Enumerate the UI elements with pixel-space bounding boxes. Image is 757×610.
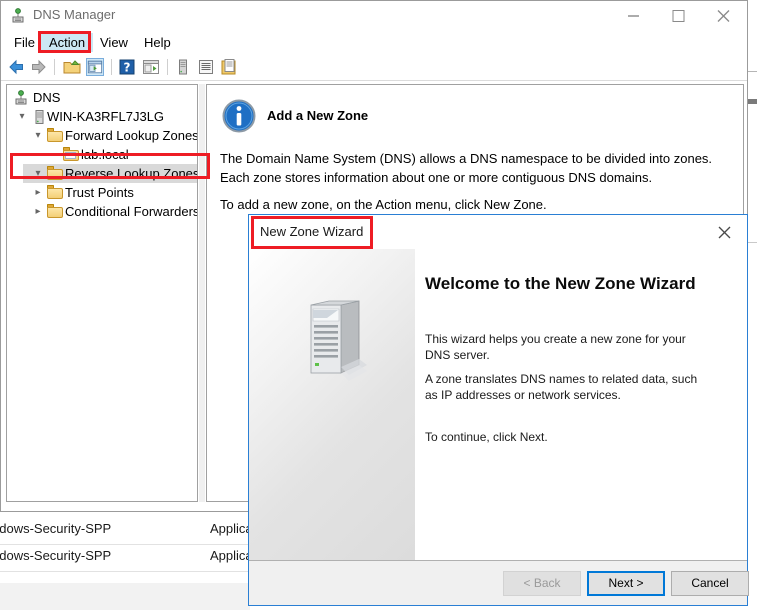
minimize-button[interactable] bbox=[611, 1, 656, 30]
details-paragraph-1: The Domain Name System (DNS) allows a DN… bbox=[220, 151, 713, 185]
info-icon bbox=[222, 99, 256, 133]
next-button[interactable]: Next > bbox=[587, 571, 665, 596]
wizard-paragraph-3: To continue, click Next. bbox=[425, 430, 548, 444]
folder-icon bbox=[47, 166, 63, 182]
details-paragraph-2: To add a new zone, on the Action menu, c… bbox=[220, 197, 547, 212]
help-icon[interactable]: ? bbox=[118, 58, 136, 76]
tree-item-label: Forward Lookup Zones bbox=[65, 128, 198, 143]
tree-item-forward-lookup-zones[interactable]: ▾ Forward Lookup Zones bbox=[7, 126, 197, 145]
up-folder-icon[interactable] bbox=[63, 58, 81, 76]
background-row: ndows-Security-SPP Applica bbox=[0, 517, 253, 545]
toolbar-separator bbox=[54, 59, 55, 75]
chevron-down-icon[interactable]: ▾ bbox=[31, 126, 45, 145]
toolbar: ? bbox=[1, 54, 747, 81]
wizard-paragraph-1: This wizard helps you create a new zone … bbox=[425, 332, 686, 362]
chevron-right-icon[interactable]: ▸ bbox=[31, 183, 45, 202]
menu-file[interactable]: File bbox=[6, 33, 43, 52]
cancel-button[interactable]: Cancel bbox=[671, 571, 749, 596]
background-window-right-edge: e e r l c t E p bbox=[748, 0, 757, 610]
menu-help[interactable]: Help bbox=[136, 33, 179, 52]
folder-icon bbox=[47, 128, 63, 144]
tree-item-label: WIN-KA3RFL7J3LG bbox=[47, 109, 165, 124]
properties-icon[interactable] bbox=[220, 58, 238, 76]
folder-icon bbox=[47, 204, 63, 220]
wizard-heading: Welcome to the New Zone Wizard bbox=[425, 274, 696, 293]
forward-icon[interactable] bbox=[30, 58, 48, 76]
new-zone-wizard-dialog: New Zone Wizard Welcome to the New Zone … bbox=[248, 214, 749, 606]
title-bar: DNS Manager bbox=[1, 1, 747, 30]
console-tree-pane[interactable]: DNS ▾ WIN-KA3RFL7J3LG ▾ Forward Lookup Z… bbox=[6, 84, 198, 502]
wizard-side-panel bbox=[249, 249, 415, 560]
background-cell-source: ndows-Security-SPP bbox=[0, 521, 112, 536]
tree-item-lab-local[interactable]: lab.local bbox=[7, 145, 197, 164]
menu-bar: File Action View Help bbox=[1, 30, 747, 54]
tree-item-label: Trust Points bbox=[65, 185, 134, 200]
tree-item-label: Reverse Lookup Zones bbox=[65, 166, 198, 181]
window-title: DNS Manager bbox=[33, 7, 116, 22]
details-heading: Add a New Zone bbox=[267, 108, 369, 123]
tree-item-reverse-lookup-zones[interactable]: ▾ Reverse Lookup Zones bbox=[23, 164, 197, 183]
tree-item-trust-points[interactable]: ▸ Trust Points bbox=[7, 183, 197, 202]
background-window-footer bbox=[0, 583, 250, 610]
maximize-button[interactable] bbox=[656, 1, 701, 30]
wizard-close-icon[interactable] bbox=[703, 215, 747, 249]
wizard-paragraph-2: A zone translates DNS names to related d… bbox=[425, 372, 698, 402]
back-button[interactable]: < Back bbox=[503, 571, 581, 596]
tree-item-label: lab.local bbox=[81, 147, 129, 162]
wizard-footer: < Back Next > Cancel bbox=[249, 560, 749, 605]
wizard-body: Welcome to the New Zone Wizard This wiza… bbox=[249, 249, 747, 560]
tree-item-dns[interactable]: DNS bbox=[7, 88, 197, 107]
zone-folder-icon bbox=[63, 147, 79, 163]
menu-view[interactable]: View bbox=[92, 33, 136, 52]
chevron-right-icon[interactable]: ▸ bbox=[31, 202, 45, 221]
tree-item-label: Conditional Forwarders bbox=[65, 204, 198, 219]
tree-item-server[interactable]: ▾ WIN-KA3RFL7J3LG bbox=[7, 107, 197, 126]
toolbar-separator bbox=[111, 59, 112, 75]
chevron-down-icon[interactable]: ▾ bbox=[31, 164, 45, 183]
list-icon[interactable] bbox=[197, 58, 215, 76]
menu-action[interactable]: Action bbox=[41, 33, 94, 52]
back-icon[interactable] bbox=[7, 58, 25, 76]
dns-server-icon bbox=[10, 8, 26, 24]
tree-item-conditional-forwarders[interactable]: ▸ Conditional Forwarders bbox=[7, 202, 197, 221]
server-icon[interactable] bbox=[174, 58, 192, 76]
background-row: ndows-Security-SPP Applica bbox=[0, 544, 253, 572]
folder-icon bbox=[47, 185, 63, 201]
close-icon[interactable] bbox=[701, 1, 746, 30]
pane-splitter[interactable] bbox=[199, 84, 205, 502]
background-cell-category: Applica bbox=[210, 521, 253, 536]
background-cell-source: ndows-Security-SPP bbox=[0, 548, 112, 563]
svg-text:?: ? bbox=[124, 61, 131, 75]
tree-item-label: DNS bbox=[33, 90, 61, 105]
wizard-title-bar: New Zone Wizard bbox=[249, 215, 747, 249]
background-cell-category: Applica bbox=[210, 548, 253, 563]
background-event-list-window: ndows-Security-SPP Applica ndows-Securit… bbox=[0, 505, 253, 610]
server-tower-icon bbox=[297, 291, 367, 383]
show-action-pane-icon[interactable] bbox=[142, 58, 160, 76]
wizard-title: New Zone Wizard bbox=[260, 224, 364, 239]
toolbar-separator bbox=[167, 59, 168, 75]
server-icon bbox=[31, 109, 47, 125]
chevron-down-icon[interactable]: ▾ bbox=[15, 107, 29, 126]
show-hide-console-tree-icon[interactable] bbox=[86, 58, 104, 76]
dns-root-icon bbox=[13, 90, 29, 106]
